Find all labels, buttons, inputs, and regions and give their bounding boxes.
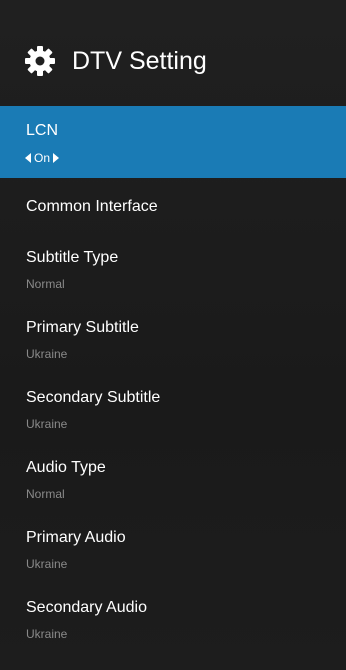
menu-item-value: Ukraine: [26, 627, 68, 641]
lcn-value-selector[interactable]: On: [25, 150, 60, 166]
menu-item-label: LCN: [26, 122, 59, 139]
menu-item-audio-type[interactable]: Audio Type Normal: [0, 458, 346, 528]
menu-item-secondary-audio[interactable]: Secondary Audio Ukraine: [0, 598, 346, 668]
panel-header: DTV Setting: [0, 0, 346, 106]
menu-item-label: Primary Subtitle: [26, 319, 139, 336]
menu-item-label: Audio Type: [26, 459, 106, 476]
menu-item-label: Subtitle Type: [26, 249, 119, 266]
menu-item-lcn[interactable]: LCN On: [0, 106, 346, 178]
menu-item-value: Ukraine: [26, 557, 68, 571]
menu-item-label: Secondary Audio: [26, 599, 147, 616]
menu-item-value: Ukraine: [26, 347, 68, 361]
settings-menu: LCN On Common Interface Subtitle Type No…: [0, 106, 346, 668]
menu-item-primary-audio[interactable]: Primary Audio Ukraine: [0, 528, 346, 598]
arrow-left-icon[interactable]: [25, 153, 31, 163]
arrow-right-icon[interactable]: [53, 153, 60, 163]
page-title: DTV Setting: [72, 47, 207, 75]
menu-item-label: Primary Audio: [26, 529, 126, 546]
menu-item-primary-subtitle[interactable]: Primary Subtitle Ukraine: [0, 318, 346, 388]
menu-item-subtitle-type[interactable]: Subtitle Type Normal: [0, 248, 346, 318]
menu-item-value: Ukraine: [26, 417, 68, 431]
gear-icon: [23, 44, 57, 78]
menu-item-label: Common Interface: [26, 198, 158, 215]
menu-item-label: Secondary Subtitle: [26, 389, 161, 406]
menu-item-value: Normal: [26, 487, 65, 501]
settings-panel: DTV Setting LCN On Common Interface Subt…: [0, 0, 346, 670]
menu-item-value: Normal: [26, 277, 65, 291]
menu-item-value: On: [34, 151, 51, 165]
menu-item-secondary-subtitle[interactable]: Secondary Subtitle Ukraine: [0, 388, 346, 458]
menu-item-common-interface[interactable]: Common Interface: [0, 178, 346, 248]
